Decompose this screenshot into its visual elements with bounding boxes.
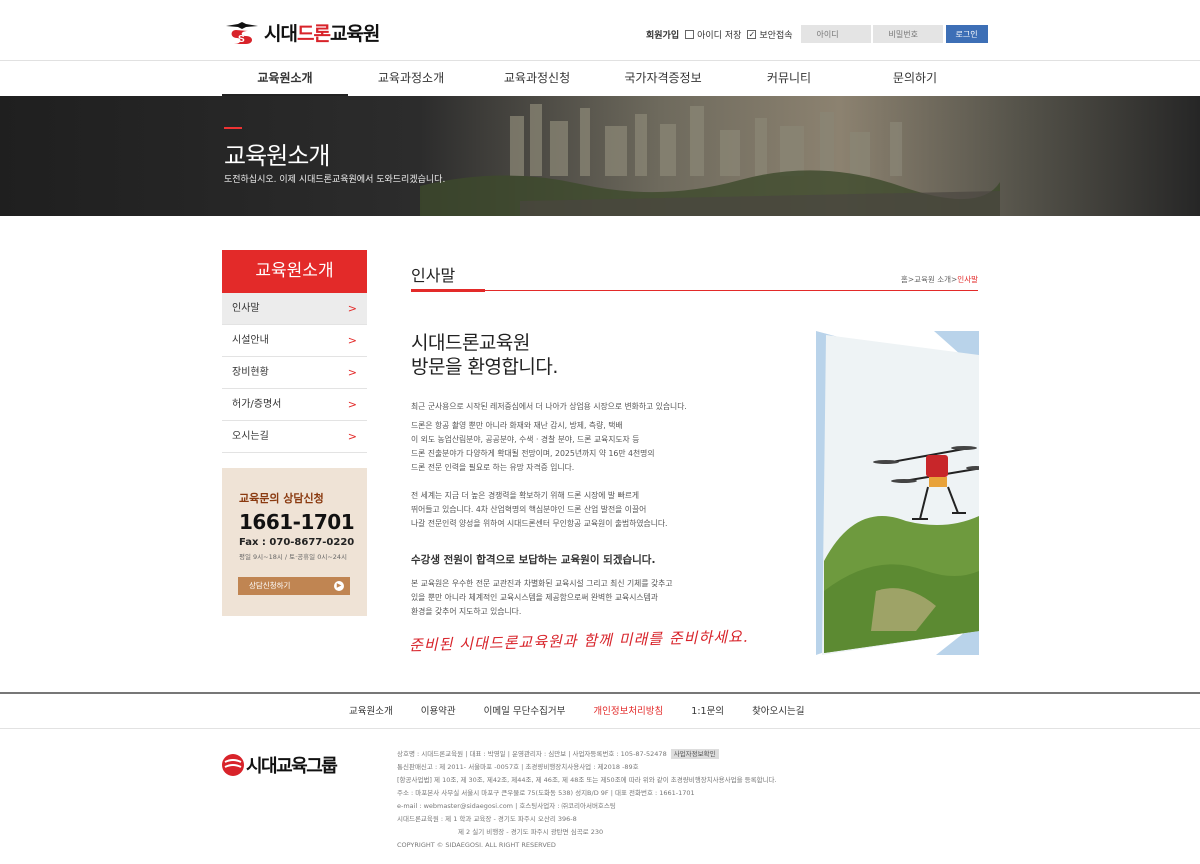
title-divider <box>411 290 978 291</box>
consult-box: 교육문의 상담신청 1661-1701 Fax : 070-8677-0220 … <box>222 468 367 616</box>
main-nav: 교육원소개 교육과정소개 교육과정신청 국가자격증정보 커뮤니티 문의하기 <box>0 60 1200 96</box>
footer-logo-text: 시대교육그룹 <box>246 756 338 777</box>
footer-link-email-policy[interactable]: 이메일 무단수집거부 <box>470 694 580 729</box>
consult-title: 교육문의 상담신청 <box>239 492 324 505</box>
footer-link-privacy[interactable]: 개인정보처리방침 <box>579 694 677 729</box>
nav-item-license[interactable]: 국가자격증정보 <box>600 61 726 96</box>
join-link[interactable]: 회원가입 <box>646 28 679 41</box>
save-id-checkbox[interactable]: 아이디 저장 <box>685 28 741 41</box>
title-divider-accent <box>411 289 485 292</box>
consult-phone: 1661-1701 <box>239 510 355 534</box>
login-area: 회원가입 아이디 저장 ✓보안접속 로그인 <box>646 25 988 43</box>
page-banner: 교육원소개 도전하십시오. 이제 시대드론교육원에서 도와드리겠습니다. <box>0 96 1200 216</box>
id-input[interactable] <box>800 25 871 43</box>
footer-company-info: 상호명 : 시대드론교육원 | 대표 : 박영일 | 운영관리자 : 심만보 |… <box>397 749 777 849</box>
welcome-heading: 시대드론교육원 방문을 환영합니다. <box>411 332 558 378</box>
nav-item-contact[interactable]: 문의하기 <box>852 61 978 96</box>
sidebar-title: 교육원소개 <box>222 250 367 293</box>
intro-paragraph-4: 본 교육원은 우수한 전문 교관진과 차별화된 교육시설 그리고 최신 기체를 … <box>411 579 673 616</box>
breadcrumb: 홈>교육원 소개>인사말 <box>900 275 978 284</box>
nav-item-about[interactable]: 교육원소개 <box>222 61 348 96</box>
footer-link-about[interactable]: 교육원소개 <box>335 694 407 729</box>
sidebar-item-facilities[interactable]: 시설안내 > <box>222 325 367 357</box>
sidebar-item-certificates[interactable]: 허가/증명서 > <box>222 389 367 421</box>
footer-link-directions[interactable]: 찾아오시는길 <box>738 694 818 729</box>
intro-paragraph-3: 전 세계는 지금 더 높은 경쟁력을 확보하기 위해 드론 시장에 발 빠르게 … <box>411 491 668 528</box>
page: S 시대드론교육원 회원가입 아이디 저장 ✓보안접속 로그인 교육원소개 교육… <box>0 0 1200 864</box>
site-logo[interactable]: S 시대드론교육원 <box>224 18 380 46</box>
drone-photo <box>816 331 979 655</box>
signature-slogan: 준비된 시대드론교육원과 함께 미래를 준비하세요. <box>408 627 749 655</box>
secure-login-checkbox[interactable]: ✓ 보안접속 <box>747 28 793 41</box>
footer-nav: 교육원소개 이용약관 이메일 무단수집거부 개인정보처리방침 1:1문의 찾아오… <box>0 692 1200 729</box>
checkbox-icon <box>685 29 695 39</box>
chevron-right-icon: > <box>347 398 357 411</box>
consult-fax: Fax : 070-8677-0220 <box>239 537 355 548</box>
consult-hours: 평일 9시~18시 / 토·공휴일 0시~24시 <box>239 553 348 561</box>
chevron-right-icon: > <box>347 366 357 379</box>
sidebar-item-equipment[interactable]: 장비현황 > <box>222 357 367 389</box>
nav-item-apply[interactable]: 교육과정신청 <box>474 61 600 96</box>
sidebar-item-greeting[interactable]: 인사말 > <box>222 293 367 325</box>
biz-info-button[interactable]: 사업자정보확인 <box>670 749 719 759</box>
chevron-right-icon: > <box>347 334 357 347</box>
checkbox-checked-icon: ✓ <box>747 29 757 39</box>
sidae-group-logo-icon <box>222 754 244 776</box>
consult-apply-button[interactable]: 상담신청하기 ▶ <box>238 577 350 595</box>
password-input[interactable] <box>872 25 943 43</box>
svg-text:S: S <box>238 34 245 45</box>
intro-paragraph-2: 드론은 항공 촬영 뿐만 아니라 화재와 재난 감시, 방제, 측량, 택배 이… <box>411 421 655 472</box>
banner-title: 교육원소개 <box>224 142 330 170</box>
breadcrumb-home[interactable]: 홈 <box>901 275 908 284</box>
footer-link-inquiry[interactable]: 1:1문의 <box>677 694 738 729</box>
header: S 시대드론교육원 회원가입 아이디 저장 ✓보안접속 로그인 <box>0 0 1200 60</box>
promise-heading: 수강생 전원이 합격으로 보답하는 교육원이 되겠습니다. <box>411 554 656 566</box>
banner-subtitle: 도전하십시오. 이제 시대드론교육원에서 도와드리겠습니다. <box>224 175 446 185</box>
logo-text: 시대드론교육원 <box>264 22 380 45</box>
chevron-right-icon: > <box>347 302 357 315</box>
footer-logo: 시대교육그룹 <box>222 752 338 778</box>
intro-paragraph-1: 최근 군사용으로 시작된 레저중심에서 더 나아가 상업용 시장으로 변화하고 … <box>411 402 687 411</box>
drone-logo-icon: S <box>224 18 260 46</box>
page-title: 인사말 <box>411 266 456 285</box>
city-skyline-image <box>420 104 1000 216</box>
title-accent-line <box>224 127 242 129</box>
footer-link-terms[interactable]: 이용약관 <box>407 694 470 729</box>
sidebar: 교육원소개 인사말 > 시설안내 > 장비현황 > 허가/증명서 > 오시는길 > <box>222 250 367 453</box>
nav-item-community[interactable]: 커뮤니티 <box>726 61 852 96</box>
play-icon: ▶ <box>334 581 344 591</box>
chevron-right-icon: > <box>347 430 357 443</box>
breadcrumb-section[interactable]: 교육원 소개 <box>914 275 951 284</box>
breadcrumb-current: 인사말 <box>957 275 978 284</box>
nav-item-courses[interactable]: 교육과정소개 <box>348 61 474 96</box>
login-button[interactable]: 로그인 <box>945 25 988 43</box>
sidebar-item-directions[interactable]: 오시는길 > <box>222 421 367 453</box>
